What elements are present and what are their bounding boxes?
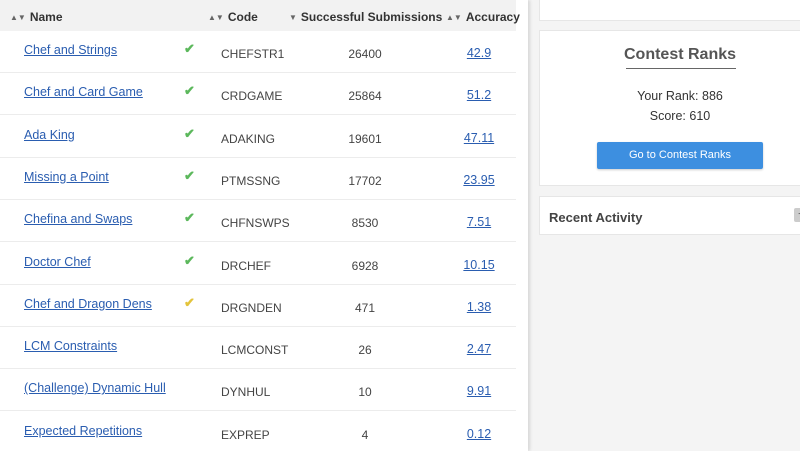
contest-ranks-card: Contest Ranks Your Rank: 886 Score: 610 … [539, 30, 800, 186]
check-icon: ✔ [184, 210, 195, 226]
sort-arrows-icon: ▲▼ [208, 13, 224, 22]
sort-arrows-icon: ▲▼ [446, 13, 462, 22]
check-icon: ✔ [184, 252, 195, 268]
table-row: Ada King ✔ ADAKING 19601 47.11 [0, 116, 516, 158]
sidebar-card-top [539, 0, 800, 21]
problem-name-link[interactable]: Doctor Chef [24, 255, 91, 269]
successful-submissions: 19601 [348, 131, 382, 146]
header-name[interactable]: ▲▼ Name [10, 0, 63, 31]
successful-submissions: 26 [358, 343, 372, 358]
problem-code: EXPREP [221, 427, 270, 442]
problem-code: CHFNSWPS [221, 216, 290, 231]
successful-submissions: 10 [358, 385, 372, 400]
accuracy-link[interactable]: 47.11 [444, 131, 514, 145]
problem-code: DRCHEF [221, 258, 271, 273]
problem-name-link[interactable]: Missing a Point [24, 170, 109, 184]
table-header: ▲▼ Name ▲▼ Code ▼ Successful Submissions ▲▼… [0, 0, 520, 31]
table-row: Chef and Strings ✔ CHEFSTR1 26400 42.9 [0, 31, 516, 73]
contest-ranks-title: Contest Ranks [623, 46, 737, 63]
problems-table: ▲▼ Name ▲▼ Code ▼ Successful Submissions ▲▼… [0, 0, 528, 451]
successful-submissions: 4 [361, 427, 369, 442]
problem-code: LCMCONST [221, 343, 289, 358]
right-sidebar: Contest Ranks Your Rank: 886 Score: 610 … [528, 0, 800, 451]
problem-code: DYNHUL [221, 385, 271, 400]
problem-name-link[interactable]: Ada King [24, 128, 75, 142]
successful-submissions: 17702 [348, 173, 382, 188]
table-row: Expected Repetitions EXPREP 4 0.12 [0, 412, 516, 451]
problem-name-link[interactable]: Chefina and Swaps [24, 212, 132, 226]
table-row: LCM Constraints LCMCONST 26 2.47 [0, 327, 516, 370]
check-icon: ✔ [184, 294, 195, 310]
recent-activity-panel: Recent Activity − [539, 196, 800, 235]
check-icon: ✔ [184, 83, 195, 99]
table-row: Doctor Chef ✔ DRCHEF 6928 10.15 [0, 243, 516, 285]
accuracy-link[interactable]: 23.95 [444, 173, 514, 187]
problem-name-link[interactable]: Chef and Strings [24, 43, 117, 57]
problem-code: PTMSSNG [221, 173, 281, 188]
problem-code: DRGNDEN [221, 300, 282, 315]
recent-activity-title: Recent Activity [549, 210, 643, 225]
accuracy-link[interactable]: 0.12 [444, 427, 514, 441]
check-icon: ✔ [184, 167, 195, 183]
successful-submissions: 26400 [348, 47, 382, 61]
problem-name-link[interactable]: Chef and Card Game [24, 85, 143, 99]
problem-name-link[interactable]: LCM Constraints [24, 339, 117, 353]
successful-submissions: 6928 [351, 258, 379, 273]
accuracy-link[interactable]: 51.2 [444, 88, 514, 102]
title-underline [626, 68, 736, 69]
header-submissions[interactable]: ▼ Successful Submissions [289, 0, 442, 31]
collapse-icon[interactable]: − [794, 208, 800, 222]
problem-code: ADAKING [221, 131, 276, 146]
successful-submissions: 25864 [348, 89, 382, 104]
score-text: Score: 610 [649, 109, 711, 123]
problem-code: CRDGAME [221, 89, 283, 104]
table-row: Chef and Card Game ✔ CRDGAME 25864 51.2 [0, 73, 516, 116]
table-row: (Challenge) Dynamic Hull DYNHUL 10 9.91 [0, 369, 516, 412]
accuracy-link[interactable]: 7.51 [444, 215, 514, 229]
table-row: Missing a Point ✔ PTMSSNG 17702 23.95 [0, 158, 516, 200]
accuracy-link[interactable]: 1.38 [444, 300, 514, 314]
header-accuracy[interactable]: ▲▼ Accuracy [446, 0, 520, 31]
successful-submissions: 8530 [351, 216, 379, 231]
check-icon: ✔ [184, 125, 195, 141]
table-row: Chef and Dragon Dens ✔ DRGNDEN 471 1.38 [0, 285, 516, 327]
sort-desc-icon: ▼ [289, 13, 297, 22]
accuracy-link[interactable]: 10.15 [444, 258, 514, 272]
accuracy-link[interactable]: 42.9 [444, 46, 514, 60]
problem-name-link[interactable]: Expected Repetitions [24, 424, 142, 438]
header-code[interactable]: ▲▼ Code [208, 0, 258, 31]
sort-arrows-icon: ▲▼ [10, 13, 26, 22]
accuracy-link[interactable]: 2.47 [444, 342, 514, 356]
table-row: Chefina and Swaps ✔ CHFNSWPS 8530 7.51 [0, 200, 516, 243]
your-rank-text: Your Rank: 886 [637, 89, 723, 103]
go-to-contest-ranks-button[interactable]: Go to Contest Ranks [597, 142, 763, 169]
accuracy-link[interactable]: 9.91 [444, 384, 514, 398]
successful-submissions: 471 [354, 300, 376, 315]
problem-name-link[interactable]: (Challenge) Dynamic Hull [24, 381, 166, 395]
problem-name-link[interactable]: Chef and Dragon Dens [24, 297, 152, 311]
check-icon: ✔ [184, 41, 195, 56]
problem-code: CHEFSTR1 [221, 47, 285, 61]
practice-page: ▲▼ Name ▲▼ Code ▼ Successful Submissions ▲▼… [0, 0, 800, 451]
